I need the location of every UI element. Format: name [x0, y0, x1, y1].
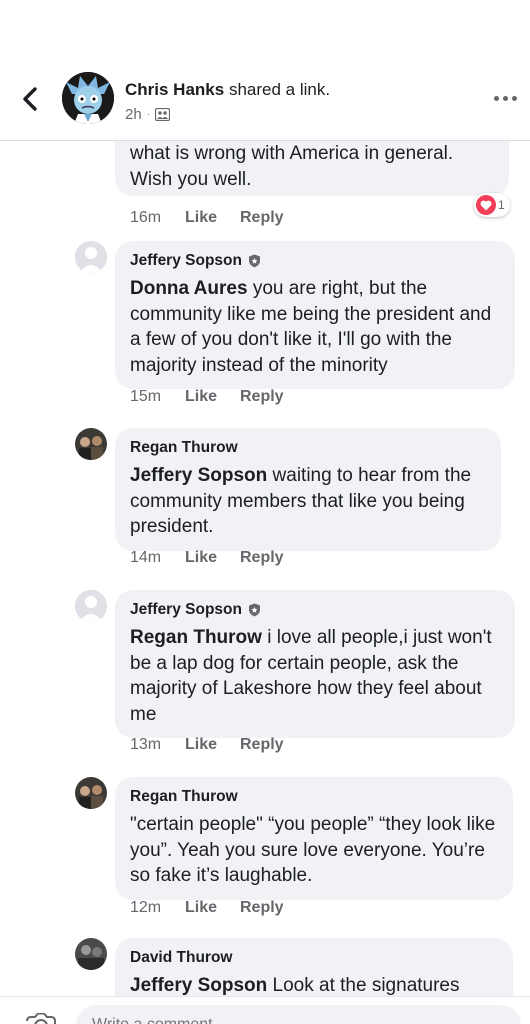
- comment-bubble[interactable]: Jeffery Sopson Regan Thurow i love all p…: [115, 590, 515, 738]
- commenter-name-text[interactable]: Jeffery Sopson: [130, 600, 242, 620]
- comment-composer: [0, 996, 530, 1024]
- love-reaction-icon: [476, 195, 496, 215]
- comment-actions: 15m Like Reply: [130, 388, 284, 406]
- comment-time: 16m: [130, 209, 162, 226]
- reply-button[interactable]: Reply: [240, 388, 284, 406]
- comment-actions: 14m Like Reply: [130, 549, 284, 567]
- comment-time: 12m: [130, 899, 162, 916]
- comment-time: 13m: [130, 736, 162, 753]
- comment-time: 14m: [130, 549, 162, 566]
- commenter-name-text[interactable]: David Thurow: [130, 948, 232, 968]
- like-button[interactable]: Like: [185, 736, 240, 754]
- comment-text: Jeffery Sopson Look at the signatures: [130, 973, 498, 996]
- post-action-text: shared a link.: [228, 80, 331, 99]
- comment-bubble[interactable]: Jeffery Sopson Donna Aures you are right…: [115, 241, 515, 389]
- admin-badge-icon: [248, 603, 261, 617]
- post-header: Chris Hanks shared a link. 2h ·: [0, 0, 530, 141]
- mention-link[interactable]: Jeffery Sopson: [130, 975, 267, 996]
- mention-link[interactable]: Regan Thurow: [130, 627, 262, 648]
- back-button[interactable]: [20, 86, 44, 112]
- comment-bubble[interactable]: what is wrong with America in general. W…: [115, 141, 509, 196]
- commenter-avatar[interactable]: [75, 428, 107, 460]
- comment-text: Regan Thurow i love all people,i just wo…: [130, 625, 500, 727]
- reply-button[interactable]: Reply: [240, 209, 284, 227]
- comment-body: Look at the signatures: [267, 975, 460, 996]
- post-time[interactable]: 2h: [125, 106, 142, 123]
- reply-button[interactable]: Reply: [240, 549, 284, 567]
- commenter-name[interactable]: Regan Thurow: [130, 438, 486, 458]
- post-title: Chris Hanks shared a link.: [125, 80, 330, 100]
- comment-text: "certain people" “you people” “they look…: [130, 814, 496, 886]
- commenter-name[interactable]: Regan Thurow: [130, 787, 498, 807]
- commenter-avatar[interactable]: [75, 590, 107, 622]
- commenter-name[interactable]: Jeffery Sopson: [130, 600, 500, 620]
- like-button[interactable]: Like: [185, 899, 240, 917]
- comment-actions: 12m Like Reply: [130, 899, 284, 917]
- comment-input[interactable]: [76, 1005, 521, 1024]
- commenter-name-text[interactable]: Regan Thurow: [130, 438, 238, 458]
- chevron-left-icon: [23, 87, 37, 111]
- comment-actions: 13m Like Reply: [130, 736, 284, 754]
- commenter-name[interactable]: David Thurow: [130, 948, 498, 968]
- dot-icon: [502, 95, 508, 101]
- like-button[interactable]: Like: [185, 209, 240, 227]
- author-name[interactable]: Chris Hanks: [125, 80, 224, 99]
- commenter-name-text[interactable]: Jeffery Sopson: [130, 251, 242, 271]
- camera-icon[interactable]: [24, 1012, 58, 1024]
- comment-list[interactable]: what is wrong with America in general. W…: [0, 141, 530, 996]
- reaction-summary[interactable]: 1: [474, 193, 510, 217]
- dot-icon: [511, 95, 517, 101]
- mention-link[interactable]: Donna Aures: [130, 278, 248, 299]
- comment-bubble[interactable]: Regan Thurow "certain people" “you peopl…: [115, 777, 513, 900]
- admin-badge-icon: [248, 254, 261, 268]
- comment-bubble[interactable]: David Thurow Jeffery Sopson Look at the …: [115, 938, 513, 996]
- reply-button[interactable]: Reply: [240, 899, 284, 917]
- like-button[interactable]: Like: [185, 549, 240, 567]
- comment-bubble[interactable]: Regan Thurow Jeffery Sopson waiting to h…: [115, 428, 501, 551]
- reply-button[interactable]: Reply: [240, 736, 284, 754]
- comment-text: what is wrong with America in general. W…: [130, 143, 454, 190]
- author-avatar[interactable]: [62, 72, 114, 124]
- post-meta: 2h ·: [125, 106, 171, 123]
- more-options-button[interactable]: [492, 90, 518, 106]
- commenter-name-text[interactable]: Regan Thurow: [130, 787, 238, 807]
- comment-text: Jeffery Sopson waiting to hear from the …: [130, 463, 486, 540]
- comment-text: Donna Aures you are right, but the commu…: [130, 276, 500, 378]
- like-button[interactable]: Like: [185, 388, 240, 406]
- dot-icon: [493, 95, 499, 101]
- commenter-name[interactable]: Jeffery Sopson: [130, 251, 500, 271]
- meta-separator: ·: [146, 109, 151, 120]
- commenter-avatar[interactable]: [75, 241, 107, 273]
- comment-actions: 16m Like Reply: [130, 209, 284, 227]
- commenter-avatar[interactable]: [75, 777, 107, 809]
- friends-icon: [154, 107, 171, 122]
- mention-link[interactable]: Jeffery Sopson: [130, 465, 267, 486]
- reaction-count: 1: [498, 198, 505, 212]
- commenter-avatar[interactable]: [75, 938, 107, 970]
- comment-time: 15m: [130, 388, 162, 405]
